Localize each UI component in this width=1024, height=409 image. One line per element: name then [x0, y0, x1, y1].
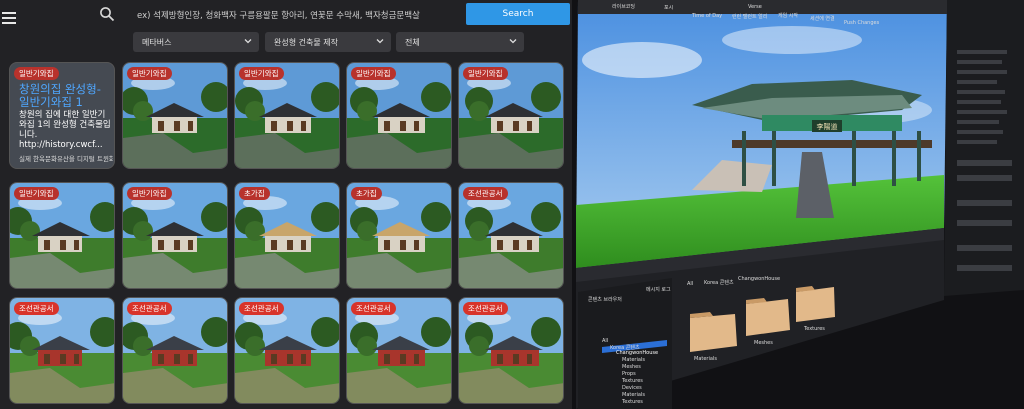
category-tag: 일반기와집 [351, 67, 396, 80]
toolbar-item[interactable]: 런런 탤런트 얼리 [732, 13, 767, 20]
tree-item[interactable]: Materials [622, 357, 645, 363]
filter-subtype-label: 전체 [405, 37, 420, 47]
asset-card[interactable]: 초가집 [346, 182, 452, 289]
category-tag: 일반기와집 [127, 67, 172, 80]
asset-card[interactable]: 조선관공서 [9, 297, 115, 404]
folder-label: Textures [804, 326, 825, 332]
path-segment[interactable]: Korea 콘텐츠 [704, 279, 734, 286]
asset-card[interactable]: 조선관공서 [346, 297, 452, 404]
asset-card[interactable]: 일반기와집 [122, 182, 228, 289]
asset-card[interactable]: 조선관공서 [458, 297, 564, 404]
tree-item[interactable]: Devices [622, 385, 642, 391]
category-tag: 초가집 [239, 187, 270, 200]
filter-type-label: 완성형 건축물 제작 [274, 37, 338, 47]
asset-card[interactable]: 조선관공서 [234, 297, 340, 404]
search-button[interactable]: Search [466, 3, 570, 25]
tree-item[interactable]: All [602, 338, 608, 344]
category-tag: 일반기와집 [127, 187, 172, 200]
category-tag: 조선관공서 [463, 302, 508, 315]
toolbar-item[interactable]: 게임 시작 [778, 12, 798, 19]
toolbar-item[interactable]: 세션에 연결 [810, 15, 835, 22]
asset-description: 창원의 집에 대한 일반기와집 1의 완성형 건축물입니다. http://hi… [19, 110, 111, 150]
category-tag: 일반기와집 [14, 67, 59, 80]
category-tag: 조선관공서 [239, 302, 284, 315]
toolbar-item[interactable]: Time of Day [692, 13, 722, 19]
folder-icon[interactable] [746, 298, 790, 336]
folder-label: Materials [694, 356, 717, 362]
asset-card[interactable]: 일반기와집창원의집 완성형-일반기와집 1 창원의 집에 대한 일반기와집 1의 … [9, 62, 115, 169]
tree-item[interactable]: Materials [622, 392, 645, 398]
toolbar-item[interactable]: 라이브코딩 [612, 3, 635, 10]
filter-category-label: 메타버스 [142, 37, 172, 47]
tree-item[interactable]: Meshes [622, 364, 641, 370]
search-input[interactable]: ex) 석제방형인장, 청화백자 구름용팔문 항아리, 연꽃문 수막새, 백자청… [137, 9, 420, 21]
sign-text: 李陽道 [817, 122, 838, 131]
filter-category[interactable]: 메타버스 [133, 32, 259, 52]
tree-item[interactable]: Textures [622, 399, 643, 405]
tree-item[interactable]: Textures [622, 378, 643, 384]
folder-label: Meshes [754, 340, 773, 346]
chevron-down-icon [376, 39, 384, 44]
path-segment[interactable]: ChangwonHouse [738, 276, 780, 282]
chevron-down-icon [509, 39, 517, 44]
filter-type[interactable]: 완성형 건축물 제작 [265, 32, 391, 52]
asset-card[interactable]: 조선관공서 [458, 182, 564, 289]
filter-subtype[interactable]: 전체 [396, 32, 524, 52]
asset-card[interactable]: 일반기와집 [346, 62, 452, 169]
editor-photo: 李陽道 라이브코딩 포시 Time of Day 런런 탤런트 얼리 Verse… [572, 0, 1024, 409]
folder-icon[interactable] [796, 286, 835, 322]
asset-footnote: 실제 한옥문화유산을 디지털 트윈화...인제영의 화체와 지 [19, 155, 113, 163]
top-bar: ex) 석제방형인장, 청화백자 구름용팔문 항아리, 연꽃문 수막새, 백자청… [0, 0, 572, 30]
category-tag: 조선관공서 [463, 187, 508, 200]
search-icon[interactable] [99, 6, 115, 22]
asset-card[interactable]: 초가집 [234, 182, 340, 289]
asset-card[interactable]: 일반기와집 [234, 62, 340, 169]
toolbar-item[interactable]: Push Changes [844, 20, 879, 26]
asset-title[interactable]: 창원의집 완성형-일반기와집 1 [19, 83, 111, 109]
content-browser-title[interactable]: 콘텐츠 브라우저 [588, 296, 622, 303]
category-tag: 일반기와집 [463, 67, 508, 80]
category-tag: 조선관공서 [14, 302, 59, 315]
message-log-tab[interactable]: 메시지 로그 [646, 286, 671, 293]
folder-icon[interactable] [690, 312, 737, 352]
category-tag: 조선관공서 [127, 302, 172, 315]
menu-icon[interactable] [2, 12, 16, 24]
category-tag: 일반기와집 [14, 187, 59, 200]
category-tag: 초가집 [351, 187, 382, 200]
chevron-down-icon [244, 39, 252, 44]
gallery-panel: ex) 석제방형인장, 청화백자 구름용팔문 항아리, 연꽃문 수막새, 백자청… [0, 0, 572, 409]
asset-card[interactable]: 일반기와집 [458, 62, 564, 169]
asset-card[interactable]: 일반기와집 [122, 62, 228, 169]
asset-card[interactable]: 조선관공서 [122, 297, 228, 404]
toolbar-item[interactable]: Verse [748, 4, 762, 10]
path-segment[interactable]: All [687, 281, 693, 287]
toolbar-item[interactable]: 포시 [664, 4, 673, 11]
category-tag: 조선관공서 [351, 302, 396, 315]
category-tag: 일반기와집 [239, 67, 284, 80]
asset-card[interactable]: 일반기와집 [9, 182, 115, 289]
tree-item[interactable]: ChangwonHouse [616, 350, 658, 356]
tree-item[interactable]: Props [622, 371, 636, 377]
